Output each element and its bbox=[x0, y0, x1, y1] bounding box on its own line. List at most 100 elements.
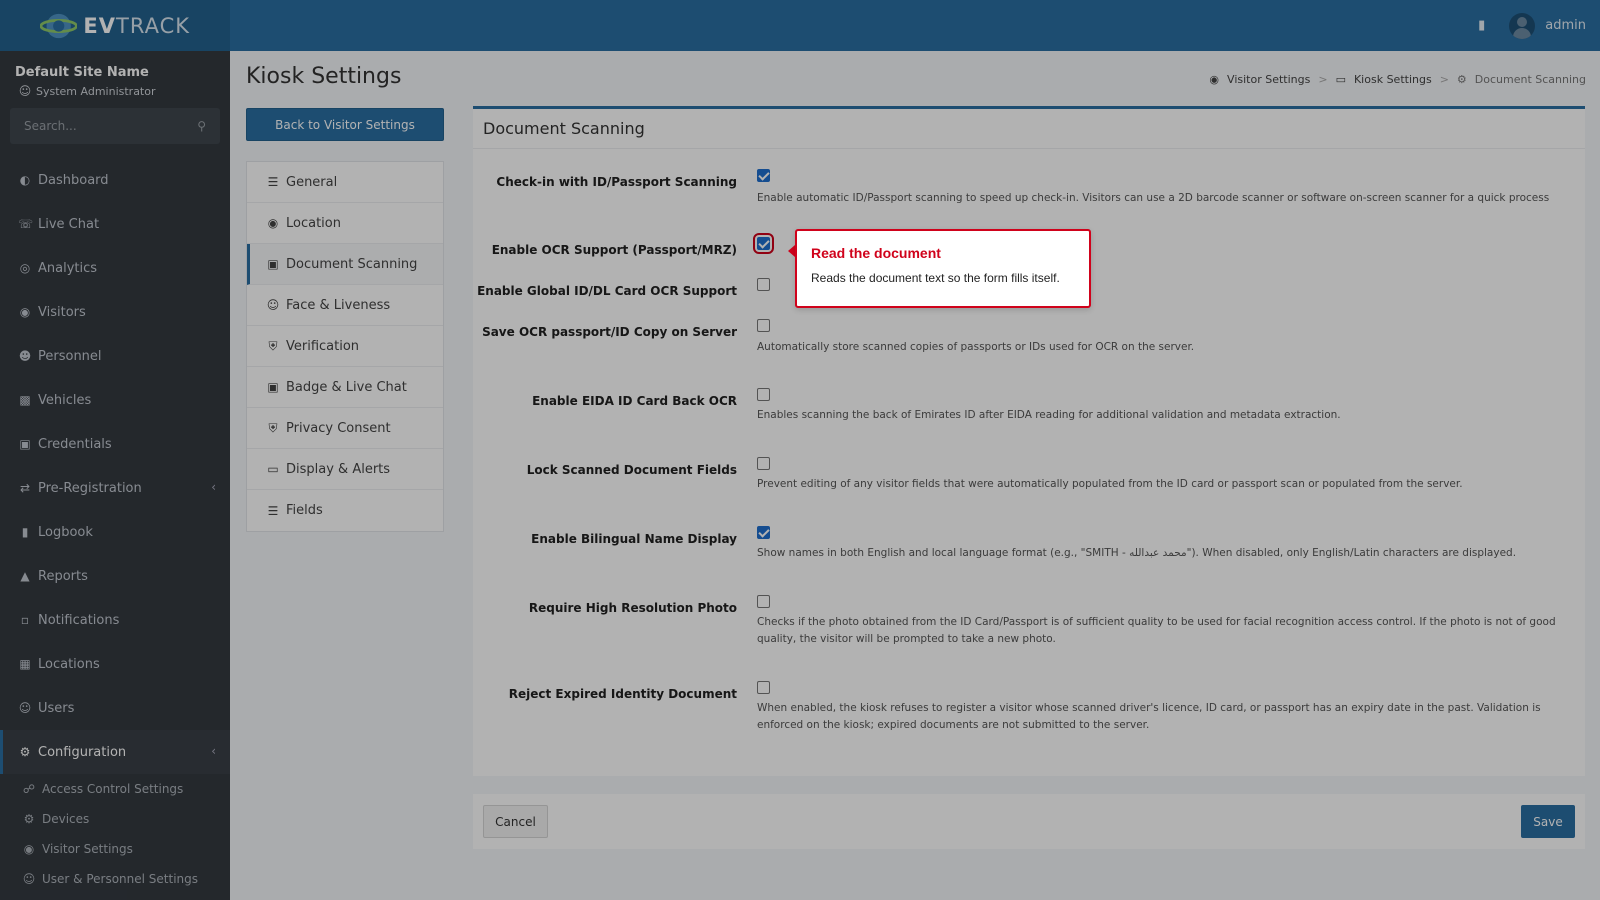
map-pin-icon: ◉ bbox=[267, 216, 279, 230]
breadcrumb-visitor-settings[interactable]: Visitor Settings bbox=[1227, 73, 1310, 86]
require-high-res-photo-checkbox[interactable] bbox=[757, 595, 770, 608]
sidebar-subitem-label: User & Personnel Settings bbox=[42, 872, 199, 886]
setting-label: Enable OCR Support (Passport/MRZ) bbox=[491, 243, 737, 257]
sidebar-item-label: Personnel bbox=[38, 348, 102, 364]
globe-icon bbox=[40, 13, 78, 38]
headset-icon: ☏ bbox=[18, 217, 34, 231]
sidebar-subitem-label: Access Control Settings bbox=[42, 782, 184, 796]
subnav-verification[interactable]: ⛨ Verification bbox=[247, 326, 443, 367]
subnav-display-alerts[interactable]: ▭ Display & Alerts bbox=[247, 449, 443, 490]
vehicle-icon: ▩ bbox=[19, 393, 31, 407]
sidebar-item-analytics[interactable]: ◎ Analytics bbox=[0, 246, 230, 290]
reject-expired-document-checkbox[interactable] bbox=[757, 681, 770, 694]
sidebar-item-live-chat[interactable]: ☏ Live Chat bbox=[0, 202, 230, 246]
sidebar-item-label: Pre-Registration bbox=[38, 480, 142, 496]
display-icon: ▭ bbox=[267, 462, 279, 476]
book-icon[interactable]: ▮ bbox=[1478, 18, 1485, 33]
sidebar-item-locations[interactable]: ▦ Locations bbox=[0, 642, 230, 686]
sidebar-item-label: Vehicles bbox=[38, 392, 92, 408]
setting-label: Enable Bilingual Name Display bbox=[531, 532, 737, 546]
site-role: ☺ System Administrator bbox=[0, 80, 230, 98]
card-title: Document Scanning bbox=[473, 109, 1585, 149]
back-to-visitor-settings-button[interactable]: Back to Visitor Settings bbox=[246, 108, 444, 141]
search-input[interactable]: Search... ⚲ bbox=[10, 108, 220, 144]
cancel-button[interactable]: Cancel bbox=[483, 805, 548, 838]
setting-help: Prevent editing of any visitor fields th… bbox=[757, 478, 1463, 490]
sidebar-item-label: Users bbox=[38, 700, 75, 716]
setting-label: Lock Scanned Document Fields bbox=[526, 463, 737, 477]
map-icon: ▦ bbox=[19, 657, 31, 671]
subnav-badge-live-chat[interactable]: ▣ Badge & Live Chat bbox=[247, 367, 443, 408]
sidebar-subitem-user-personnel-settings[interactable]: ☺ User & Personnel Settings bbox=[0, 864, 230, 894]
subnav-face-liveness[interactable]: ☺ Face & Liveness bbox=[247, 285, 443, 326]
sidebar-item-label: Visitors bbox=[38, 304, 86, 320]
brand-logo[interactable]: EVTRACK bbox=[0, 0, 230, 51]
sidebar-item-users[interactable]: ☺ Users bbox=[0, 686, 230, 730]
setting-label: Reject Expired Identity Document bbox=[508, 687, 737, 701]
subnav-fields[interactable]: ☰ Fields bbox=[247, 490, 443, 531]
sidebar-subitem-devices[interactable]: ⚙ Devices bbox=[0, 804, 230, 834]
subnav-label: Verification bbox=[286, 338, 360, 354]
user-menu[interactable]: admin bbox=[1509, 12, 1586, 39]
shield-icon: ⛨ bbox=[268, 420, 278, 435]
setting-help: Show names in both English and local lan… bbox=[757, 547, 1517, 559]
enable-global-id-ocr-checkbox[interactable] bbox=[757, 278, 770, 291]
brand: EVTRACK bbox=[40, 8, 190, 44]
sidebar-item-label: Dashboard bbox=[38, 172, 109, 188]
search-icon[interactable]: ⚲ bbox=[197, 119, 206, 133]
setting-help: Checks if the photo obtained from the ID… bbox=[757, 616, 1556, 645]
search-placeholder: Search... bbox=[24, 119, 77, 133]
sidebar-item-vehicles[interactable]: ▩ Vehicles bbox=[0, 378, 230, 422]
book-icon: ▮ bbox=[21, 525, 29, 539]
guide-tooltip: Read the document Reads the document tex… bbox=[795, 229, 1091, 308]
sidebar-item-notifications[interactable]: ▫ Notifications bbox=[0, 598, 230, 642]
enable-eida-back-ocr-checkbox[interactable] bbox=[757, 388, 770, 401]
breadcrumb-kiosk-settings[interactable]: Kiosk Settings bbox=[1354, 73, 1432, 86]
breadcrumb-separator: > bbox=[1439, 73, 1449, 86]
shield-check-icon: ⛨ bbox=[268, 338, 278, 353]
chart-icon: ▲ bbox=[20, 569, 30, 583]
sidebar-item-label: Locations bbox=[38, 656, 100, 672]
bilingual-name-display-checkbox[interactable] bbox=[757, 526, 770, 539]
user-name: admin bbox=[1545, 18, 1586, 33]
avatar bbox=[1509, 12, 1536, 39]
subnav-general[interactable]: ☰ General bbox=[247, 162, 443, 203]
tooltip-arrow bbox=[788, 245, 795, 257]
lock-scanned-fields-checkbox[interactable] bbox=[757, 457, 770, 470]
sidebar-item-label: Analytics bbox=[38, 260, 98, 276]
breadcrumb-separator: > bbox=[1318, 73, 1328, 86]
setting-help: Automatically store scanned copies of pa… bbox=[757, 341, 1195, 353]
save-ocr-copy-checkbox[interactable] bbox=[757, 319, 770, 332]
subnav-location[interactable]: ◉ Location bbox=[247, 203, 443, 244]
sidebar-item-label: Reports bbox=[38, 568, 88, 584]
subnav-document-scanning[interactable]: ▣ Document Scanning bbox=[247, 244, 443, 285]
sidebar-item-configuration[interactable]: ⚙ Configuration ‹ bbox=[0, 730, 230, 774]
sidebar-item-visitors[interactable]: ◉ Visitors bbox=[0, 290, 230, 334]
gear-icon: ⚙ bbox=[19, 745, 31, 759]
person-icon: ☻ bbox=[18, 349, 32, 363]
subnav-privacy-consent[interactable]: ⛨ Privacy Consent bbox=[247, 408, 443, 449]
enable-ocr-support-checkbox[interactable] bbox=[753, 233, 774, 254]
sidebar-item-dashboard[interactable]: ◐ Dashboard bbox=[0, 158, 230, 202]
sidebar-item-credentials[interactable]: ▣ Credentials bbox=[0, 422, 230, 466]
sidebar-subitem-access-control-settings[interactable]: ☍ Access Control Settings bbox=[0, 774, 230, 804]
sidebar-item-personnel[interactable]: ☻ Personnel bbox=[0, 334, 230, 378]
setting-label: Save OCR passport/ID Copy on Server bbox=[482, 325, 737, 339]
sidebar-item-logbook[interactable]: ▮ Logbook bbox=[0, 510, 230, 554]
subnav-label: Document Scanning bbox=[286, 256, 418, 272]
message-icon: ▫ bbox=[20, 613, 30, 627]
subnav-label: Location bbox=[286, 215, 341, 231]
save-button[interactable]: Save bbox=[1521, 805, 1575, 838]
eye-icon: ◉ bbox=[19, 305, 31, 319]
tooltip-text: Reads the document text so the form fill… bbox=[811, 271, 1060, 285]
setting-label: Enable EIDA ID Card Back OCR bbox=[532, 394, 737, 408]
sidebar-item-pre-registration[interactable]: ⇄ Pre-Registration ‹ bbox=[0, 466, 230, 510]
checkin-id-passport-scanning-checkbox[interactable] bbox=[757, 169, 770, 182]
sidebar-subitem-visitor-settings[interactable]: ◉ Visitor Settings bbox=[0, 834, 230, 864]
settings-subnav: ☰ General ◉ Location ▣ Document Scanning ☺ F… bbox=[246, 161, 444, 532]
lock-icon: ☍ bbox=[22, 782, 36, 796]
setting-help: Enable automatic ID/Passport scanning to… bbox=[757, 192, 1550, 204]
form-footer: Cancel Save bbox=[473, 794, 1585, 849]
sidebar-item-reports[interactable]: ▲ Reports bbox=[0, 554, 230, 598]
site-name: Default Site Name bbox=[15, 65, 149, 80]
